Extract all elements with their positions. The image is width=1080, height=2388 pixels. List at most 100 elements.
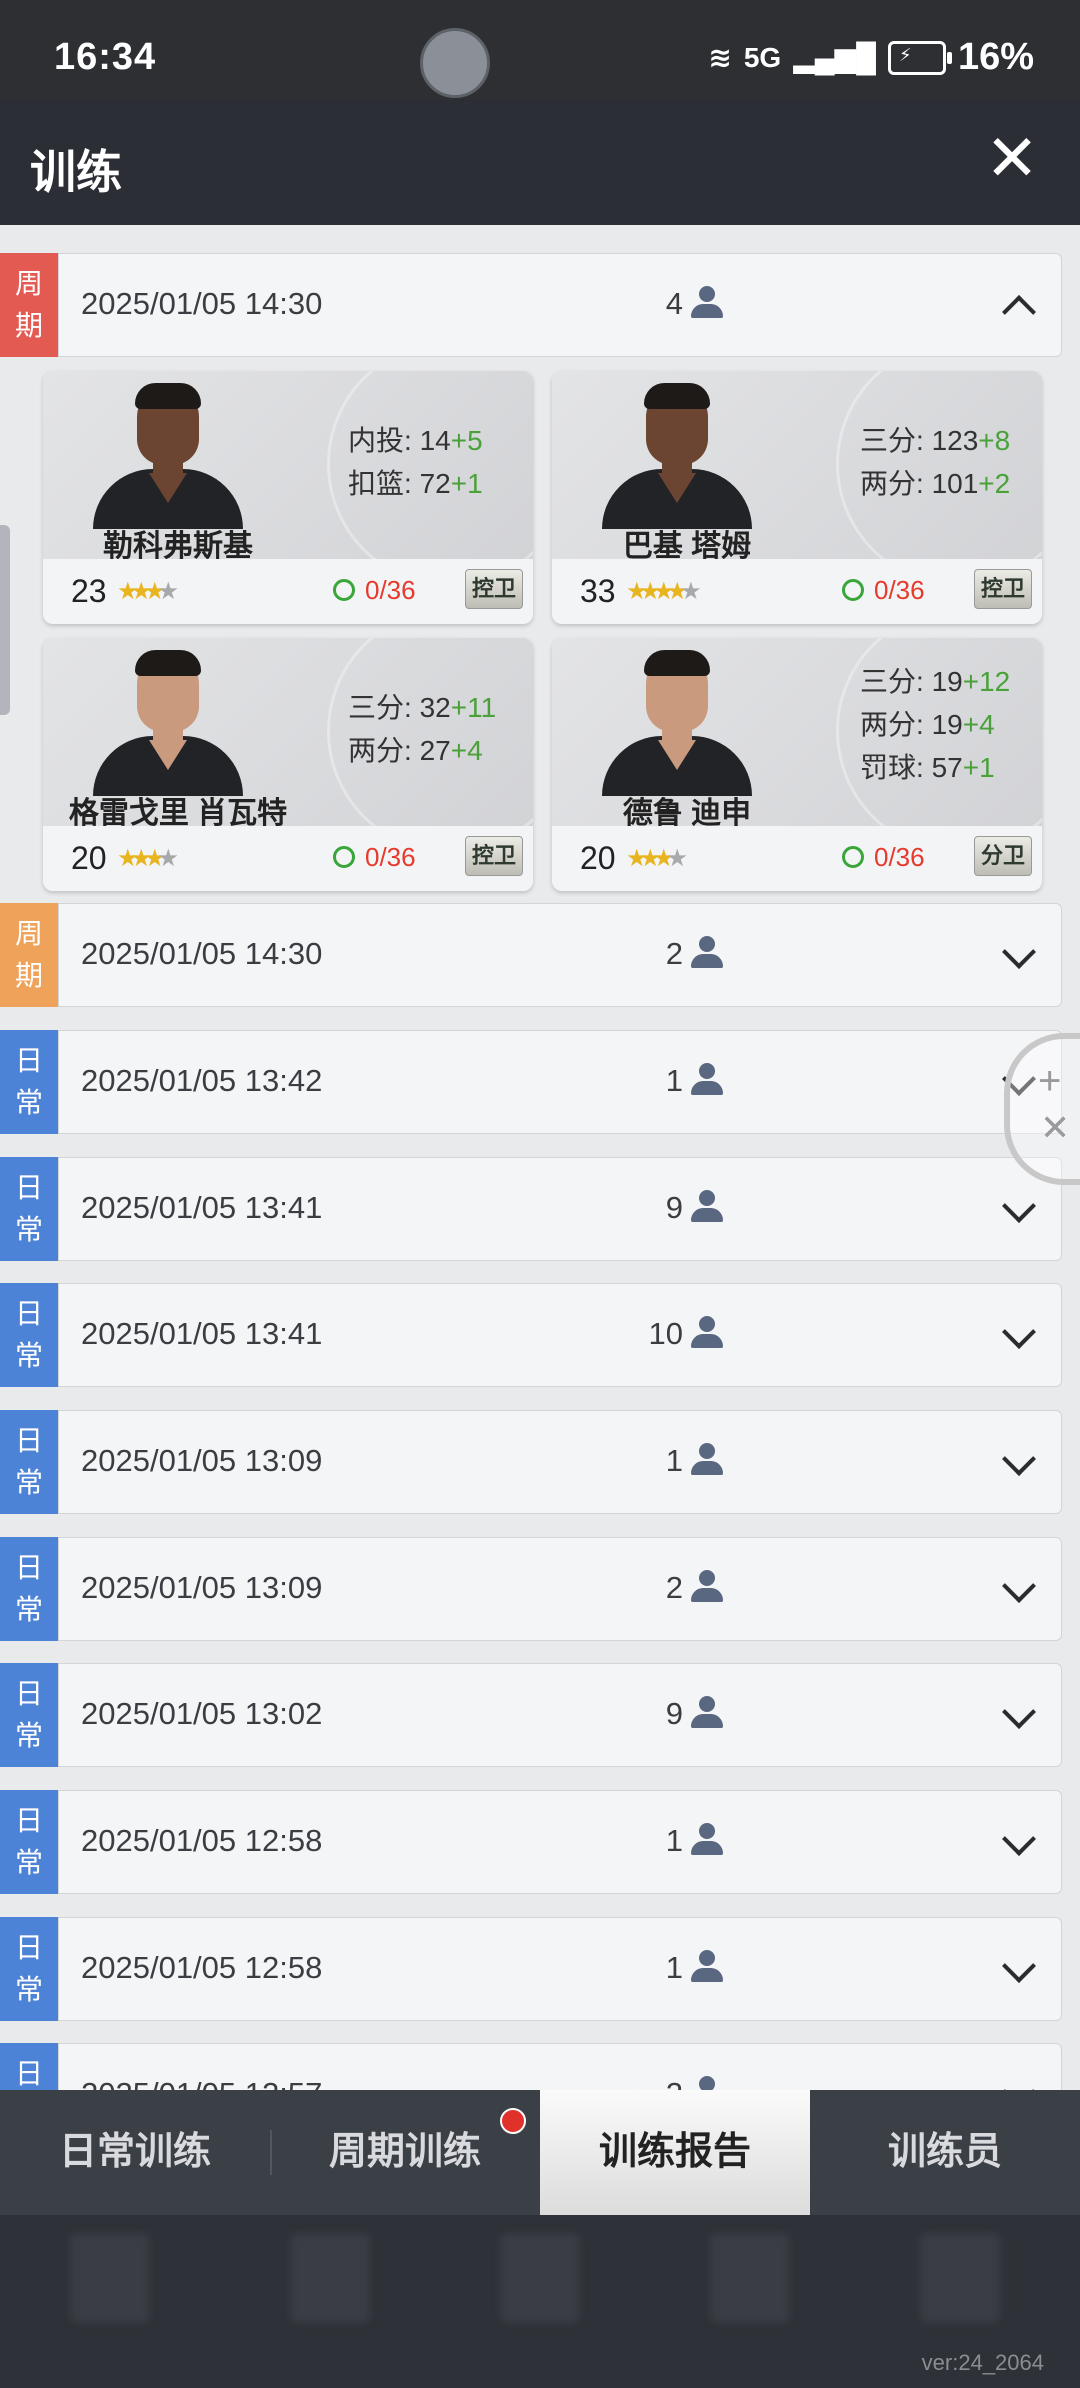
report-entry[interactable]: 日常 2025/01/05 13:41 9 [0,1157,1062,1261]
side-drawer-handle[interactable] [0,525,10,715]
chevron-down-icon[interactable] [1002,1695,1036,1729]
person-icon [689,1823,725,1857]
entry-date: 2025/01/05 13:41 [81,1190,323,1225]
player-portrait [83,377,253,529]
report-entry[interactable]: 日常 2025/01/05 13:02 9 [0,1663,1062,1767]
entry-player-count: 4 [665,286,683,321]
entry-player-count: 1 [665,1443,683,1478]
player-level: 33 [580,573,616,609]
entry-bar[interactable]: 2025/01/05 13:41 10 [58,1283,1062,1387]
player-stats: 内投: 14+5 扣篮: 72+1 [348,425,483,499]
chevron-down-icon[interactable] [1002,1315,1036,1349]
entry-date: 2025/01/05 12:58 [81,1823,323,1858]
entry-bar[interactable]: 2025/01/05 14:30 4 [58,253,1062,357]
player-card[interactable]: 勒科弗斯基 内投: 14+5 扣篮: 72+1 23 ★★★★ 0/36 控卫 [43,371,533,624]
player-stats: 三分: 32+11 两分: 27+4 [348,692,497,766]
report-entry[interactable]: 日常 2025/01/05 13:09 2 [0,1537,1062,1641]
page-title: 训练 [30,146,122,198]
tab-training-report[interactable]: 训练报告 [540,2090,810,2215]
entry-date: 2025/01/05 14:30 [81,936,323,971]
chevron-down-icon[interactable] [1002,935,1036,969]
entry-bar[interactable]: 2025/01/05 12:58 1 [58,1790,1062,1894]
training-report-list[interactable]: 周 期 2025/01/05 14:30 4 勒科弗斯基 内投: 14+5 扣篮… [0,225,1080,2090]
tab-periodic-training[interactable]: 周期训练 [270,2090,540,2215]
timer-icon [842,579,864,601]
report-entry[interactable]: 日常 2025/01/05 12:58 1 [0,1917,1062,2021]
entry-player-count: 1 [665,1950,683,1985]
report-entry[interactable]: 周期 2025/01/05 14:30 2 [0,903,1062,1007]
bottom-tab-bar: 日常训练 周期训练 训练报告 训练员 [0,2090,1080,2215]
entry-type-tag: 日常 [0,1663,58,1767]
entry-date: 2025/01/05 13:09 [81,1570,323,1605]
chevron-down-icon[interactable] [1002,1189,1036,1223]
position-badge: 分卫 [974,836,1032,876]
entry-date: 2025/01/05 12:58 [81,1950,323,1985]
person-icon [689,1443,725,1477]
entry-type-tag: 日常 [0,1410,58,1514]
timer-icon [333,579,355,601]
battery-percent: 16% [957,36,1034,78]
blurred-nav-icon [290,2233,370,2323]
entry-type-tag: 日常 [0,1030,58,1134]
network-label: 5G [743,41,782,73]
entry-type-tag: 周期 [0,903,58,1007]
entry-date: 2025/01/05 13:02 [81,1696,323,1731]
app-header: 训练 ✕ [0,100,1080,225]
chevron-down-icon[interactable] [1002,1569,1036,1603]
player-card[interactable]: 德鲁 迪申 三分: 19+12 两分: 19+4 罚球: 57+1 20 ★★★… [552,638,1042,891]
person-icon [689,1316,725,1350]
entry-type-tag: 日常 [0,1790,58,1894]
report-entry[interactable]: 日常 2025/01/05 12:57 2 [0,2043,1062,2090]
battery-icon: ⚡ [887,40,952,75]
chevron-up-icon[interactable] [1002,295,1036,329]
player-portrait [592,644,762,796]
star-rating: ★★★★ [117,845,179,872]
report-entry[interactable]: 日常 2025/01/05 13:42 1 [0,1030,1062,1134]
training-timer: 0/36 [842,842,925,873]
chevron-down-icon[interactable] [1002,1949,1036,1983]
entry-bar[interactable]: 2025/01/05 13:02 9 [58,1663,1062,1767]
entry-bar[interactable]: 2025/01/05 14:30 2 [58,903,1062,1007]
entry-date: 2025/01/05 14:30 [81,286,323,321]
entry-date: 2025/01/05 12:57 [81,2076,322,2090]
entry-bar[interactable]: 2025/01/05 13:09 2 [58,1537,1062,1641]
entry-type-tag: 日常 [0,1917,58,2021]
chevron-down-icon[interactable] [1002,1822,1036,1856]
report-entry[interactable]: 日常 2025/01/05 12:58 1 [0,1790,1062,1894]
player-card[interactable]: 格雷戈里 肖瓦特 三分: 32+11 两分: 27+4 20 ★★★★ 0/36… [43,638,533,891]
position-badge: 控卫 [465,569,523,609]
entry-player-count: 2 [665,936,683,971]
person-icon [689,286,725,320]
report-entry-expanded[interactable]: 周 期 2025/01/05 14:30 4 [0,253,1062,357]
timer-icon [333,846,355,868]
entry-bar[interactable]: 2025/01/05 13:41 9 [58,1157,1062,1261]
player-level: 20 [580,840,616,876]
report-entry[interactable]: 日常 2025/01/05 13:09 1 [0,1410,1062,1514]
tab-trainer[interactable]: 训练员 [810,2090,1080,2215]
entry-bar[interactable]: 2025/01/05 12:57 2 [58,2043,1062,2090]
person-icon [689,1696,725,1730]
entry-bar[interactable]: 2025/01/05 13:09 1 [58,1410,1062,1514]
entry-type-tag: 周 期 [0,253,58,357]
entry-bar[interactable]: 2025/01/05 12:58 1 [58,1917,1062,2021]
report-entry[interactable]: 日常 2025/01/05 13:41 10 [0,1283,1062,1387]
status-bar: 16:34 ≋ 5G ▂▄▆█ ⚡ 16% [0,0,1080,100]
player-card[interactable]: 巴基 塔姆 三分: 123+8 两分: 101+2 33 ★★★★★ 0/36 … [552,371,1042,624]
tab-daily-training[interactable]: 日常训练 [0,2090,270,2215]
plus-icon[interactable]: + [1038,1059,1061,1104]
close-small-icon[interactable]: ✕ [1040,1107,1070,1149]
close-icon[interactable]: ✕ [980,126,1044,190]
entry-type-tag: 日常 [0,1537,58,1641]
player-level: 20 [71,840,107,876]
blurred-nav-icon [500,2233,580,2323]
app-notification-icon [420,28,490,98]
entry-date: 2025/01/05 13:42 [81,1063,323,1098]
player-level: 23 [71,573,107,609]
person-icon [689,936,725,970]
position-badge: 控卫 [465,836,523,876]
entry-bar[interactable]: 2025/01/05 13:42 1 [58,1030,1062,1134]
version-label: ver:24_2064 [921,2350,1044,2375]
chevron-down-icon[interactable] [1002,1442,1036,1476]
training-timer: 0/36 [842,575,925,606]
chevron-down-icon[interactable] [1002,2075,1036,2090]
